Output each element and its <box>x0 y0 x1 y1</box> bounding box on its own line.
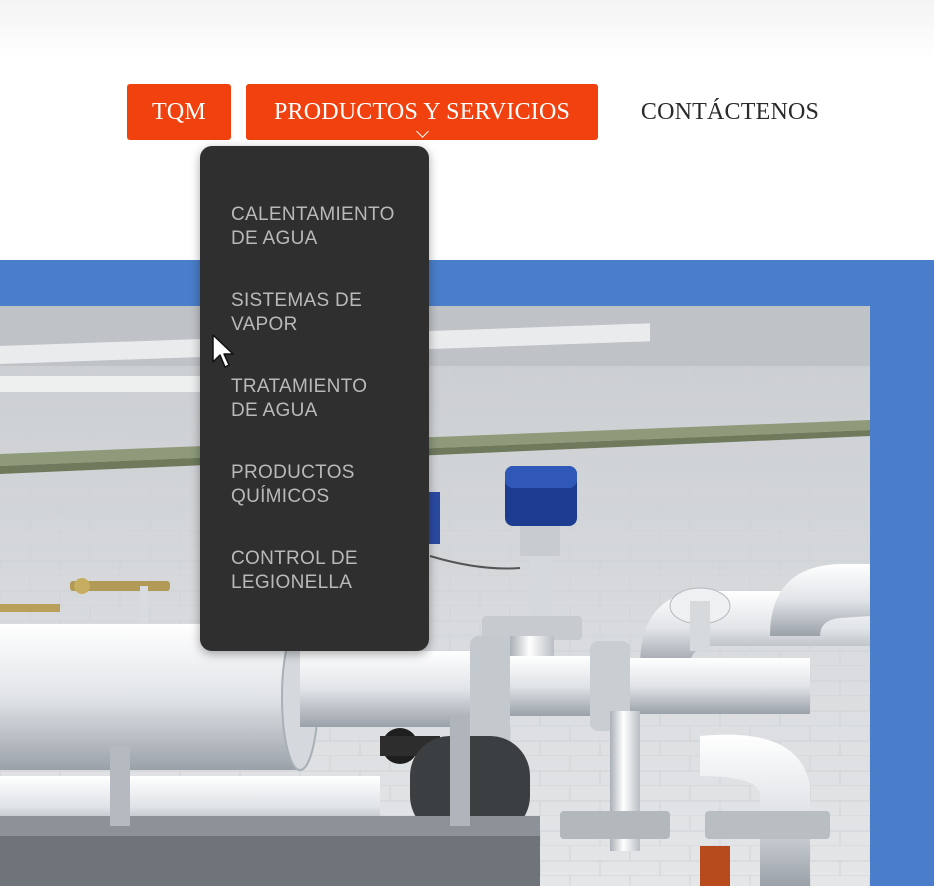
industrial-piping-illustration <box>0 306 870 886</box>
dropdown-item-label: VAPOR <box>231 314 298 335</box>
dropdown-item-productos-quimicos[interactable]: PRODUCTOS QUÍMICOS <box>231 461 421 509</box>
dropdown-item-label: SISTEMAS DE <box>231 290 363 311</box>
dropdown-item-label: TRATAMIENTO <box>231 376 368 397</box>
dropdown-item-label: DE AGUA <box>231 400 318 421</box>
chevron-down-icon <box>416 125 429 138</box>
nav-item-contactenos[interactable]: CONTÁCTENOS <box>616 84 844 140</box>
dropdown-item-label: QUÍMICOS <box>231 486 330 507</box>
dropdown-item-control-de-legionella[interactable]: CONTROL DE LEGIONELLA <box>231 547 421 595</box>
nav-item-label: CONTÁCTENOS <box>640 98 820 125</box>
dropdown-item-label: DE AGUA <box>231 228 318 249</box>
nav-item-productos-y-servicios[interactable]: PRODUCTOS Y SERVICIOS <box>246 84 598 140</box>
hero-image <box>0 306 870 886</box>
main-navigation: TQM PRODUCTOS Y SERVICIOS CONTÁCTENOS <box>0 0 934 260</box>
dropdown-item-sistemas-de-vapor[interactable]: SISTEMAS DE VAPOR <box>231 289 421 337</box>
dropdown-item-label: PRODUCTOS <box>231 462 355 483</box>
dropdown-item-label: LEGIONELLA <box>231 572 353 593</box>
mouse-cursor-icon <box>212 334 234 368</box>
dropdown-item-label: CALENTAMIENTO <box>231 204 395 225</box>
nav-item-label: PRODUCTOS Y SERVICIOS <box>273 98 571 125</box>
products-services-dropdown-menu: CALENTAMIENTO DE AGUA SISTEMAS DE VAPOR … <box>200 146 429 651</box>
dropdown-item-label: CONTROL DE <box>231 548 358 569</box>
dropdown-item-tratamiento-de-agua[interactable]: TRATAMIENTO DE AGUA <box>231 375 421 423</box>
dropdown-item-calentamiento-de-agua[interactable]: CALENTAMIENTO DE AGUA <box>231 203 421 251</box>
nav-item-label: TQM <box>152 98 206 125</box>
nav-item-tqm[interactable]: TQM <box>127 84 231 140</box>
